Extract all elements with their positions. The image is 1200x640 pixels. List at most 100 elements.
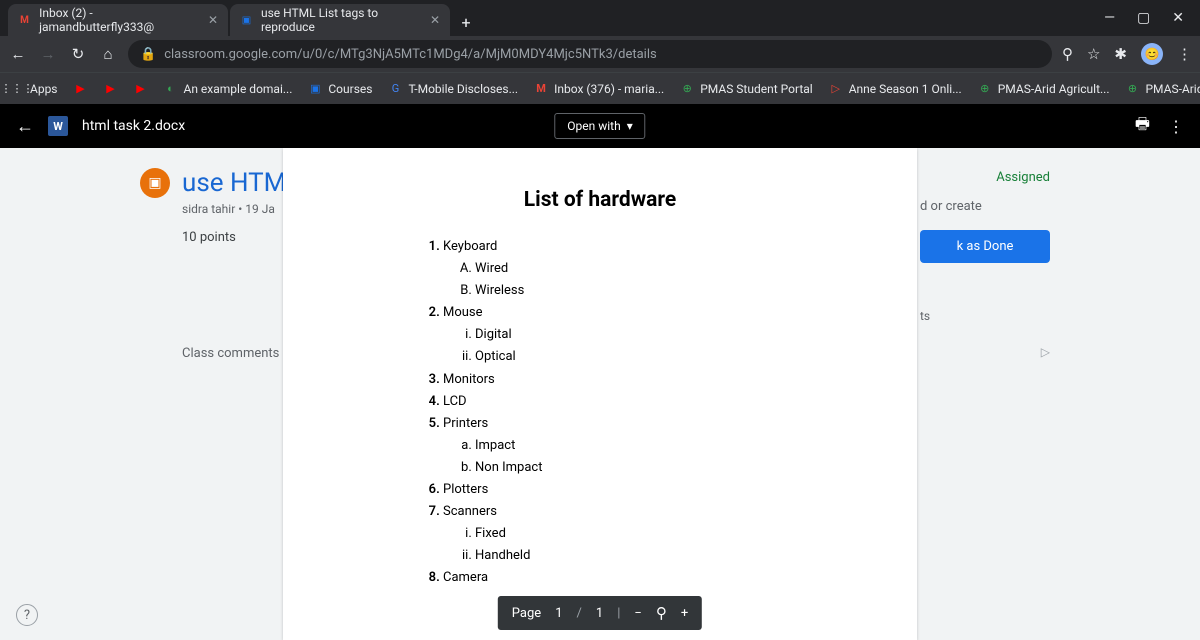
search-icon[interactable]: ⚲ bbox=[1062, 45, 1073, 63]
doc-filename: html task 2.docx bbox=[82, 118, 185, 134]
help-icon[interactable]: ? bbox=[16, 604, 38, 626]
list-item: Camera bbox=[443, 567, 857, 589]
send-icon[interactable]: ▷ bbox=[1041, 345, 1050, 359]
apps-bookmark[interactable]: ⋮⋮⋮Apps bbox=[10, 82, 58, 96]
classroom-icon: ▣ bbox=[308, 82, 322, 96]
classroom-panel-left: ▣ use HTM sidra tahir • 19 Ja 10 points bbox=[140, 168, 286, 245]
private-comment-row: ▷ bbox=[920, 345, 1050, 359]
bookmark-item[interactable]: GT-Mobile Discloses... bbox=[388, 82, 518, 96]
open-with-button[interactable]: Open with ▾ bbox=[554, 113, 645, 139]
close-icon[interactable]: ✕ bbox=[208, 13, 218, 27]
print-icon[interactable]: 🖶 bbox=[1135, 113, 1150, 140]
url-text: classroom.google.com/u/0/c/MTg3NjA5MTc1M… bbox=[164, 47, 657, 62]
zoom-out-icon[interactable]: − bbox=[634, 606, 641, 621]
menu-icon[interactable]: ⋮ bbox=[1177, 45, 1192, 63]
timestamp-label: ts bbox=[920, 309, 1050, 323]
extensions-icon[interactable]: ✱ bbox=[1114, 45, 1127, 63]
doc-header-bar: ← W html task 2.docx Open with ▾ 🖶 ⋮ bbox=[0, 104, 1200, 148]
minimize-icon[interactable]: — bbox=[1104, 10, 1115, 26]
bookmark-item[interactable]: ▶ bbox=[134, 82, 148, 96]
page-controls: Page 1 / 1 | − ⚲ + bbox=[498, 596, 702, 630]
zoom-in-icon[interactable]: + bbox=[681, 606, 688, 621]
new-tab-button[interactable]: + bbox=[452, 8, 480, 36]
play-icon: ▷ bbox=[829, 82, 843, 96]
list-item: Keyboard Wired Wireless bbox=[443, 236, 857, 302]
list-subitem: Digital bbox=[475, 324, 857, 346]
close-icon[interactable]: ✕ bbox=[430, 13, 440, 27]
class-comments-label: Class comments bbox=[182, 346, 279, 361]
classroom-icon: ▣ bbox=[240, 13, 253, 27]
lock-icon: 🔒 bbox=[140, 47, 156, 62]
bookmark-item[interactable]: ▶ bbox=[74, 82, 88, 96]
apps-icon: ⋮⋮⋮ bbox=[10, 82, 24, 96]
portal-icon: ⊕ bbox=[978, 82, 992, 96]
content-area: ▣ use HTM sidra tahir • 19 Ja 10 points … bbox=[0, 148, 1200, 640]
reload-icon[interactable]: ↻ bbox=[68, 45, 88, 63]
divider: | bbox=[617, 606, 620, 621]
list-subitem: Handheld bbox=[475, 545, 857, 567]
page-total: 1 bbox=[596, 606, 603, 621]
site-icon: ◐ bbox=[164, 82, 178, 96]
hardware-list: Keyboard Wired Wireless Mouse Digital Op… bbox=[343, 236, 857, 590]
tab-title: use HTML List tags to reproduce bbox=[261, 6, 422, 34]
bookmark-item[interactable]: ▣Courses bbox=[308, 82, 372, 96]
list-subitem: Fixed bbox=[475, 523, 857, 545]
page-sep: / bbox=[577, 606, 582, 621]
list-item: Scanners Fixed Handheld bbox=[443, 501, 857, 567]
address-bar-row: ← → ↻ ⌂ 🔒 classroom.google.com/u/0/c/MTg… bbox=[0, 36, 1200, 72]
list-subitem: Wired bbox=[475, 258, 857, 280]
assignment-subtitle: sidra tahir • 19 Ja bbox=[182, 202, 286, 216]
chevron-down-icon: ▾ bbox=[627, 119, 633, 133]
list-subitem: Non Impact bbox=[475, 457, 857, 479]
assignment-title: use HTM bbox=[182, 168, 286, 198]
zoom-icon[interactable]: ⚲ bbox=[656, 604, 667, 622]
tab-title: Inbox (2) - jamandbutterfly333@ bbox=[39, 6, 200, 34]
url-input[interactable]: 🔒 classroom.google.com/u/0/c/MTg3NjA5MTc… bbox=[128, 40, 1052, 68]
document-page: List of hardware Keyboard Wired Wireless… bbox=[283, 148, 917, 640]
doc-heading: List of hardware bbox=[343, 188, 857, 212]
window-controls: — ▢ ✕ bbox=[1104, 0, 1200, 36]
back-icon[interactable]: ← bbox=[16, 116, 34, 137]
list-subitem: Impact bbox=[475, 435, 857, 457]
bookmark-item[interactable]: ▶ bbox=[104, 82, 118, 96]
tab-strip: M Inbox (2) - jamandbutterfly333@ ✕ ▣ us… bbox=[0, 0, 1200, 36]
list-item: LCD bbox=[443, 391, 857, 413]
youtube-icon: ▶ bbox=[104, 82, 118, 96]
bookmark-item[interactable]: ⊕PMAS-Arid Agricult... bbox=[1125, 82, 1200, 96]
classroom-panel-right: Assigned d or create k as Done ts ▷ bbox=[920, 170, 1050, 359]
browser-tab[interactable]: ▣ use HTML List tags to reproduce ✕ bbox=[230, 4, 450, 36]
star-icon[interactable]: ☆ bbox=[1087, 45, 1100, 63]
word-icon: W bbox=[48, 116, 68, 136]
youtube-icon: ▶ bbox=[74, 82, 88, 96]
maximize-icon[interactable]: ▢ bbox=[1137, 10, 1150, 26]
menu-icon[interactable]: ⋮ bbox=[1168, 117, 1184, 136]
add-create-label: d or create bbox=[920, 199, 1050, 214]
back-icon[interactable]: ← bbox=[8, 45, 28, 63]
close-icon[interactable]: ✕ bbox=[1172, 10, 1184, 26]
mark-done-button[interactable]: k as Done bbox=[920, 230, 1050, 263]
status-assigned: Assigned bbox=[920, 170, 1050, 185]
gmail-icon: M bbox=[18, 13, 31, 27]
forward-icon[interactable]: → bbox=[38, 45, 58, 63]
portal-icon: ⊕ bbox=[1125, 82, 1139, 96]
list-item: Plotters bbox=[443, 479, 857, 501]
bookmarks-bar: ⋮⋮⋮Apps ▶ ▶ ▶ ◐An example domai... ▣Cour… bbox=[0, 72, 1200, 104]
home-icon[interactable]: ⌂ bbox=[98, 45, 118, 63]
list-subitem: Wireless bbox=[475, 280, 857, 302]
page-label: Page bbox=[512, 606, 541, 621]
portal-icon: ⊕ bbox=[680, 82, 694, 96]
list-subitem: Optical bbox=[475, 346, 857, 368]
browser-tab[interactable]: M Inbox (2) - jamandbutterfly333@ ✕ bbox=[8, 4, 228, 36]
google-icon: G bbox=[388, 82, 402, 96]
youtube-icon: ▶ bbox=[134, 82, 148, 96]
bookmark-item[interactable]: ⊕PMAS Student Portal bbox=[680, 82, 812, 96]
bookmark-item[interactable]: ▷Anne Season 1 Onli... bbox=[829, 82, 962, 96]
list-item: Mouse Digital Optical bbox=[443, 302, 857, 368]
profile-avatar[interactable]: 😊 bbox=[1141, 43, 1163, 65]
bookmark-item[interactable]: ⊕PMAS-Arid Agricult... bbox=[978, 82, 1110, 96]
bookmark-item[interactable]: MInbox (376) - maria... bbox=[534, 82, 664, 96]
list-item: Monitors bbox=[443, 369, 857, 391]
page-current: 1 bbox=[555, 606, 562, 621]
gmail-icon: M bbox=[534, 82, 548, 96]
bookmark-item[interactable]: ◐An example domai... bbox=[164, 82, 293, 96]
